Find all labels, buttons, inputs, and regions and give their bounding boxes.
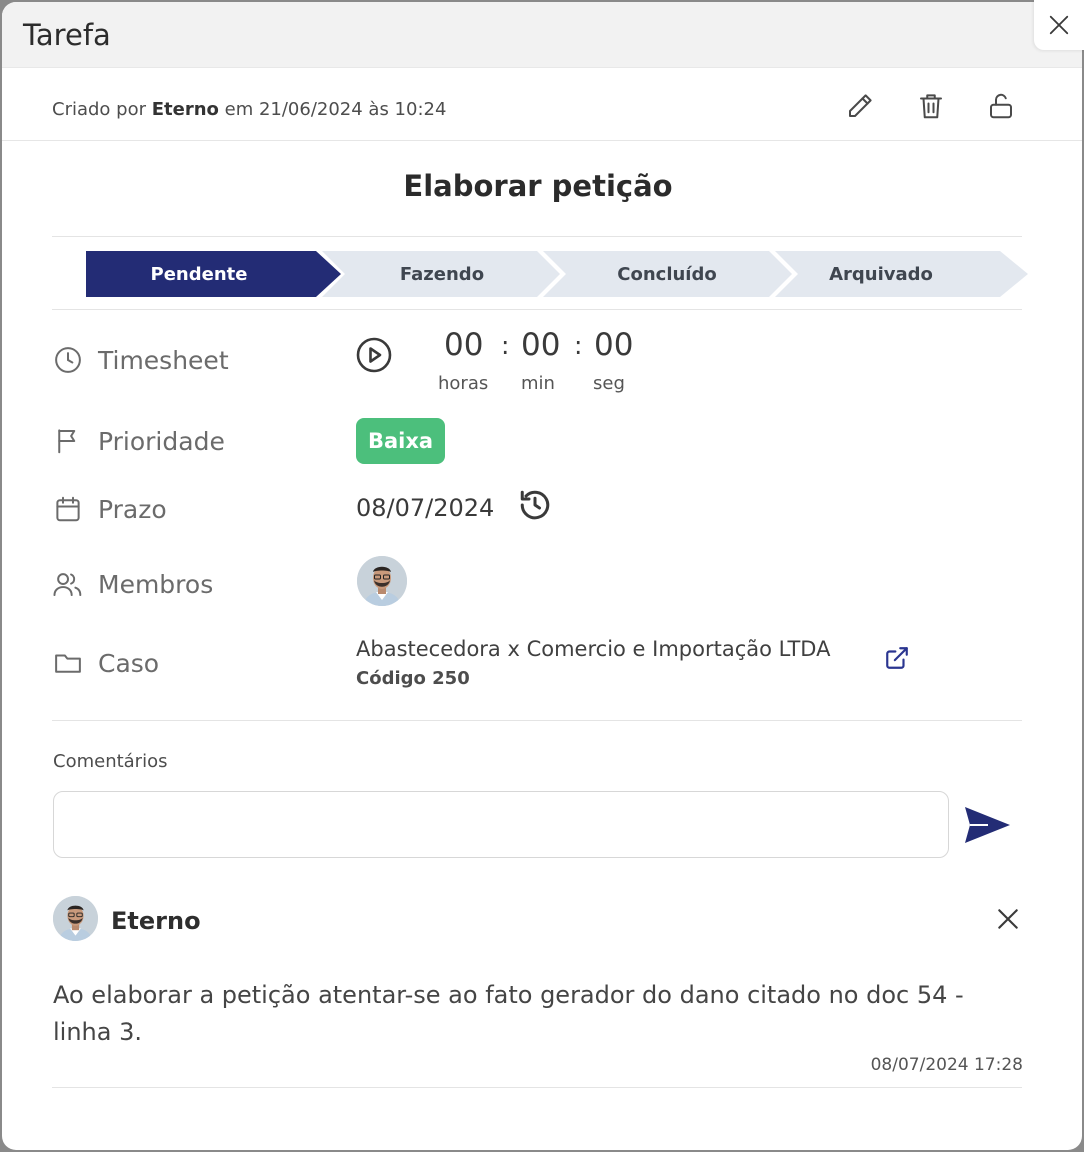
timesheet-label-text: Timesheet	[98, 345, 229, 375]
modal-header: Tarefa	[2, 2, 1082, 68]
priority-badge[interactable]: Baixa	[356, 418, 445, 464]
deadline-value[interactable]: 08/07/2024	[356, 494, 494, 522]
priority-label: Prioridade	[52, 425, 225, 457]
comment-author-avatar	[53, 896, 98, 941]
deadline-label: Prazo	[52, 493, 167, 525]
comment-author: Eterno	[111, 907, 201, 935]
folder-icon	[52, 647, 84, 679]
divider	[52, 236, 1022, 237]
created-info: Criado por Eterno em 21/06/2024 às 10:24	[52, 99, 446, 120]
case-label-text: Caso	[98, 648, 160, 678]
timer-seconds: 00	[594, 327, 634, 363]
close-icon	[1049, 15, 1069, 35]
comments-label: Comentários	[53, 751, 168, 772]
send-icon	[965, 807, 1010, 843]
divider	[52, 720, 1022, 721]
calendar-icon	[52, 493, 84, 525]
unlock-icon	[990, 93, 1012, 119]
meta-row: Criado por Eterno em 21/06/2024 às 10:24	[2, 69, 1082, 141]
pencil-icon	[849, 94, 872, 117]
case-code: Código 250	[356, 668, 470, 689]
play-timer-button[interactable]	[355, 336, 393, 374]
close-icon	[998, 909, 1018, 929]
step-arquivado[interactable]: Arquivado	[780, 251, 982, 297]
comment-text: Ao elaborar a petição atentar-se ao fato…	[53, 981, 964, 1046]
flag-icon	[52, 425, 84, 457]
step-pendente[interactable]: Pendente	[86, 251, 312, 297]
timer-separator: :	[574, 331, 583, 360]
users-icon	[52, 568, 84, 600]
edit-button[interactable]	[843, 89, 877, 123]
members-label: Membros	[52, 568, 213, 600]
timer-separator: :	[501, 331, 510, 360]
divider	[52, 309, 1022, 310]
close-modal-button[interactable]	[1034, 0, 1084, 50]
created-by: Eterno	[151, 99, 219, 120]
timer-seconds-unit: seg	[593, 373, 625, 394]
modal-title: Tarefa	[23, 17, 111, 52]
timer-minutes: 00	[521, 327, 561, 363]
case-name[interactable]: Abastecedora x Comercio e Importação LTD…	[356, 637, 830, 661]
task-title: Elaborar petição	[403, 169, 673, 203]
member-avatar[interactable]	[357, 556, 407, 606]
delete-button[interactable]	[914, 89, 948, 123]
trash-icon	[920, 94, 942, 119]
divider	[52, 1087, 1022, 1088]
comment-date: 08/07/2024 17:28	[870, 1055, 1023, 1075]
unlock-button[interactable]	[984, 89, 1018, 123]
task-modal: Tarefa Criado por Eterno em 21/06/2024 à…	[2, 2, 1082, 1150]
deadline-history-button[interactable]	[517, 487, 553, 523]
timesheet-label: Timesheet	[52, 344, 229, 376]
timer-hours: 00	[444, 327, 484, 363]
comment-input[interactable]	[53, 791, 949, 858]
external-link-icon	[886, 647, 908, 669]
delete-comment-button[interactable]	[995, 906, 1021, 932]
timer-hours-unit: horas	[438, 373, 489, 394]
open-case-button[interactable]	[884, 645, 910, 671]
send-comment-button[interactable]	[962, 802, 1012, 848]
priority-label-text: Prioridade	[98, 426, 225, 456]
play-icon	[356, 337, 392, 373]
case-label: Caso	[52, 647, 159, 679]
deadline-label-text: Prazo	[98, 494, 167, 524]
step-fazendo[interactable]: Fazendo	[326, 251, 558, 297]
history-icon	[520, 490, 550, 520]
step-concluido[interactable]: Concluído	[550, 251, 784, 297]
created-prefix: Criado por	[52, 99, 152, 120]
created-suffix: em 21/06/2024 às 10:24	[218, 99, 447, 120]
members-label-text: Membros	[98, 569, 214, 599]
timer-minutes-unit: min	[521, 373, 555, 394]
clock-icon	[52, 344, 84, 376]
status-steps: Pendente Fazendo Concluído Arquivado	[86, 251, 1028, 297]
